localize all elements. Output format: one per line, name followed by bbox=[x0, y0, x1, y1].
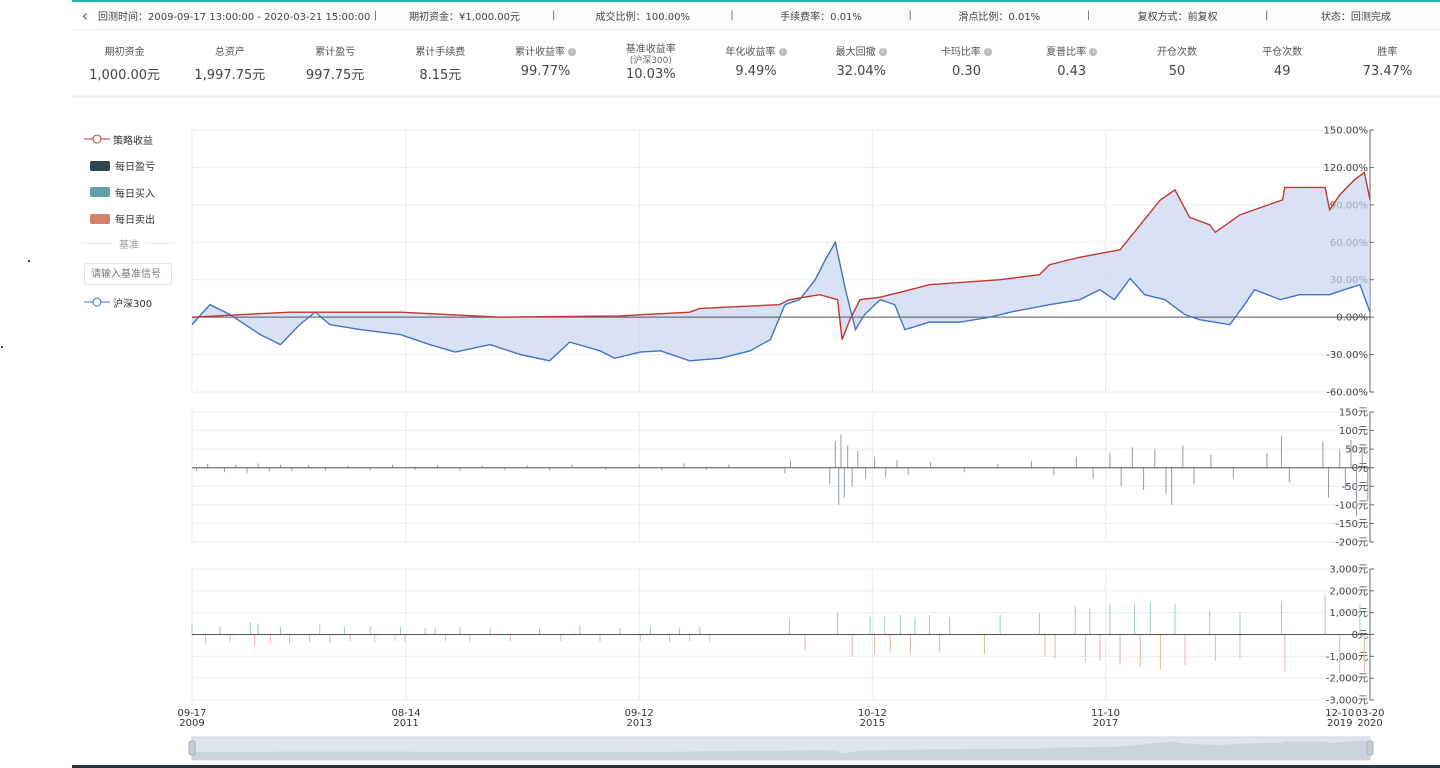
y-tick-label: 2,000元 bbox=[1329, 586, 1368, 597]
y-tick-label: -1,000元 bbox=[1326, 652, 1368, 663]
y-tick-label: -150元 bbox=[1335, 519, 1368, 530]
y-tick-label: -100元 bbox=[1335, 500, 1368, 511]
y-tick-label: -200元 bbox=[1335, 538, 1368, 549]
y-tick-label: -30.00% bbox=[1326, 350, 1368, 361]
y-tick-label: -3,000元 bbox=[1326, 696, 1368, 707]
x-tick-year: 2017 bbox=[1093, 718, 1118, 729]
x-tick-year: 2019 bbox=[1327, 718, 1352, 729]
y-tick-label: 3,000元 bbox=[1329, 565, 1368, 576]
x-tick-year: 2015 bbox=[860, 718, 885, 729]
x-tick-year: 2009 bbox=[179, 718, 204, 729]
area-strategy-vs-benchmark bbox=[192, 172, 1370, 361]
y-tick-label: -60.00% bbox=[1326, 388, 1368, 399]
x-tick-year: 2013 bbox=[626, 718, 651, 729]
slider-handle[interactable] bbox=[1366, 740, 1374, 756]
y-tick-label: 120.00% bbox=[1324, 163, 1369, 174]
x-tick-year: 2011 bbox=[393, 718, 418, 729]
y-tick-label: -2,000元 bbox=[1326, 674, 1368, 685]
y-tick-label: 150.00% bbox=[1324, 126, 1369, 137]
plot-frame bbox=[191, 411, 1371, 543]
x-tick-year: 2020 bbox=[1357, 718, 1382, 729]
y-tick-label: 0.00% bbox=[1336, 313, 1368, 324]
y-tick-label: 150元 bbox=[1339, 408, 1368, 419]
y-tick-label: 50元 bbox=[1345, 445, 1368, 456]
slider-handle[interactable] bbox=[188, 740, 196, 756]
y-tick-label: 100元 bbox=[1339, 426, 1368, 437]
y-tick-label: 1,000元 bbox=[1329, 608, 1368, 619]
backtest-charts: 150.00%120.00%90.00%60.00%30.00%0.00%-30… bbox=[177, 126, 1385, 761]
y-tick-label: 0元 bbox=[1352, 463, 1368, 474]
